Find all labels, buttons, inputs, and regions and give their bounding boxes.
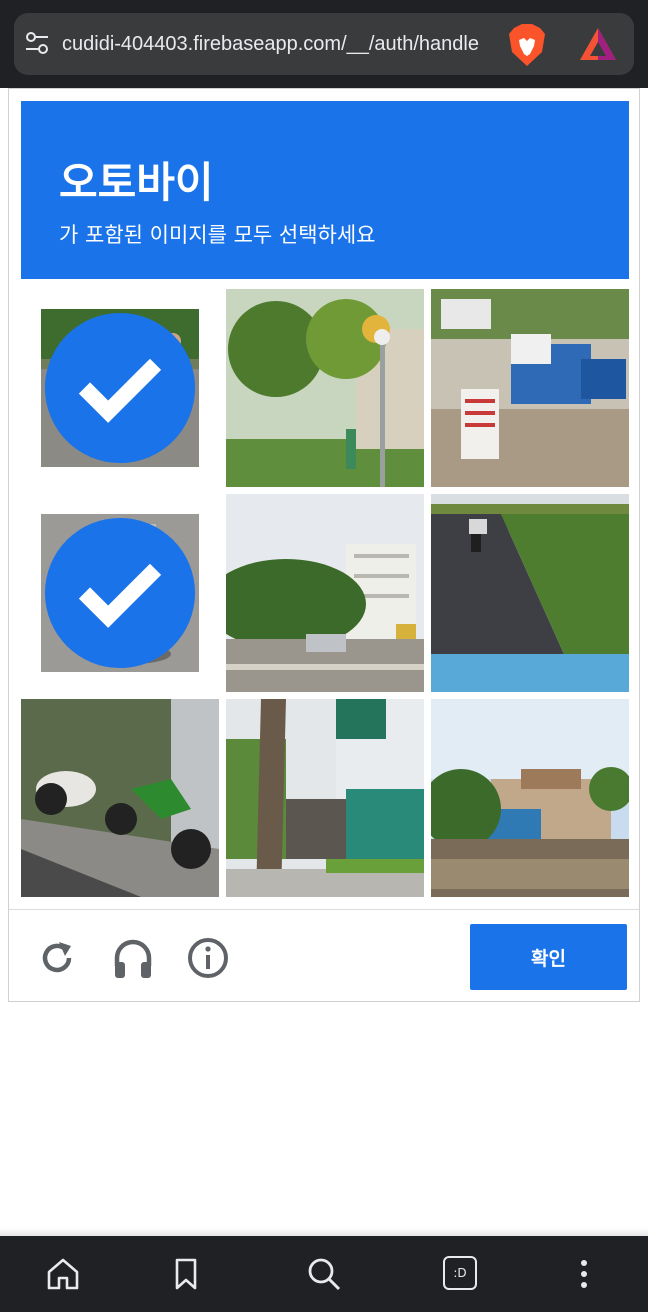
image-tile-9[interactable]: [431, 699, 629, 897]
headphones-icon[interactable]: [111, 936, 155, 980]
tune-icon[interactable]: [24, 30, 50, 56]
tile-image-6: [431, 494, 629, 692]
bottom-shadow: [0, 1228, 648, 1236]
tile-image-5: [226, 494, 424, 692]
image-tile-8[interactable]: [226, 699, 424, 897]
image-tile-3[interactable]: [431, 289, 629, 487]
image-tile-1[interactable]: [21, 289, 219, 487]
image-tile-4[interactable]: [21, 494, 219, 692]
checkmark-icon: [44, 312, 196, 464]
home-icon[interactable]: [45, 1256, 81, 1292]
captcha-target-word: 오토바이: [59, 158, 214, 207]
verify-button[interactable]: 확인: [470, 924, 627, 990]
captcha-instruction: 가 포함된 이미지를 모두 선택하세요: [59, 223, 376, 247]
url-text[interactable]: cudidi-404403.firebaseapp.com/__/auth/ha…: [62, 33, 494, 56]
reload-icon[interactable]: [35, 936, 79, 980]
tile-image-2: [226, 289, 424, 487]
image-tile-6[interactable]: [431, 494, 629, 692]
tile-image-3: [431, 289, 629, 487]
brave-rewards-icon[interactable]: [578, 26, 618, 62]
checkmark-icon: [44, 517, 196, 669]
bottom-navigation-bar: :D: [0, 1236, 648, 1312]
tile-image-8: [226, 699, 424, 897]
tile-image-9: [431, 699, 629, 897]
image-tile-7[interactable]: [21, 699, 219, 897]
captcha-header: 오토바이 가 포함된 이미지를 모두 선택하세요: [21, 101, 629, 279]
tile-image-7: [21, 699, 219, 897]
info-icon[interactable]: [186, 936, 230, 980]
more-icon[interactable]: [566, 1256, 602, 1292]
search-icon[interactable]: [306, 1256, 342, 1292]
bookmark-icon[interactable]: [168, 1256, 204, 1292]
captcha-widget: 오토바이 가 포함된 이미지를 모두 선택하세요 확인: [8, 88, 640, 1002]
footer-divider: [9, 909, 639, 910]
brave-lion-icon[interactable]: [508, 24, 546, 66]
tabs-icon[interactable]: :D: [443, 1256, 477, 1290]
browser-top-bar: cudidi-404403.firebaseapp.com/__/auth/ha…: [0, 0, 648, 88]
image-tile-5[interactable]: [226, 494, 424, 692]
image-tile-2[interactable]: [226, 289, 424, 487]
